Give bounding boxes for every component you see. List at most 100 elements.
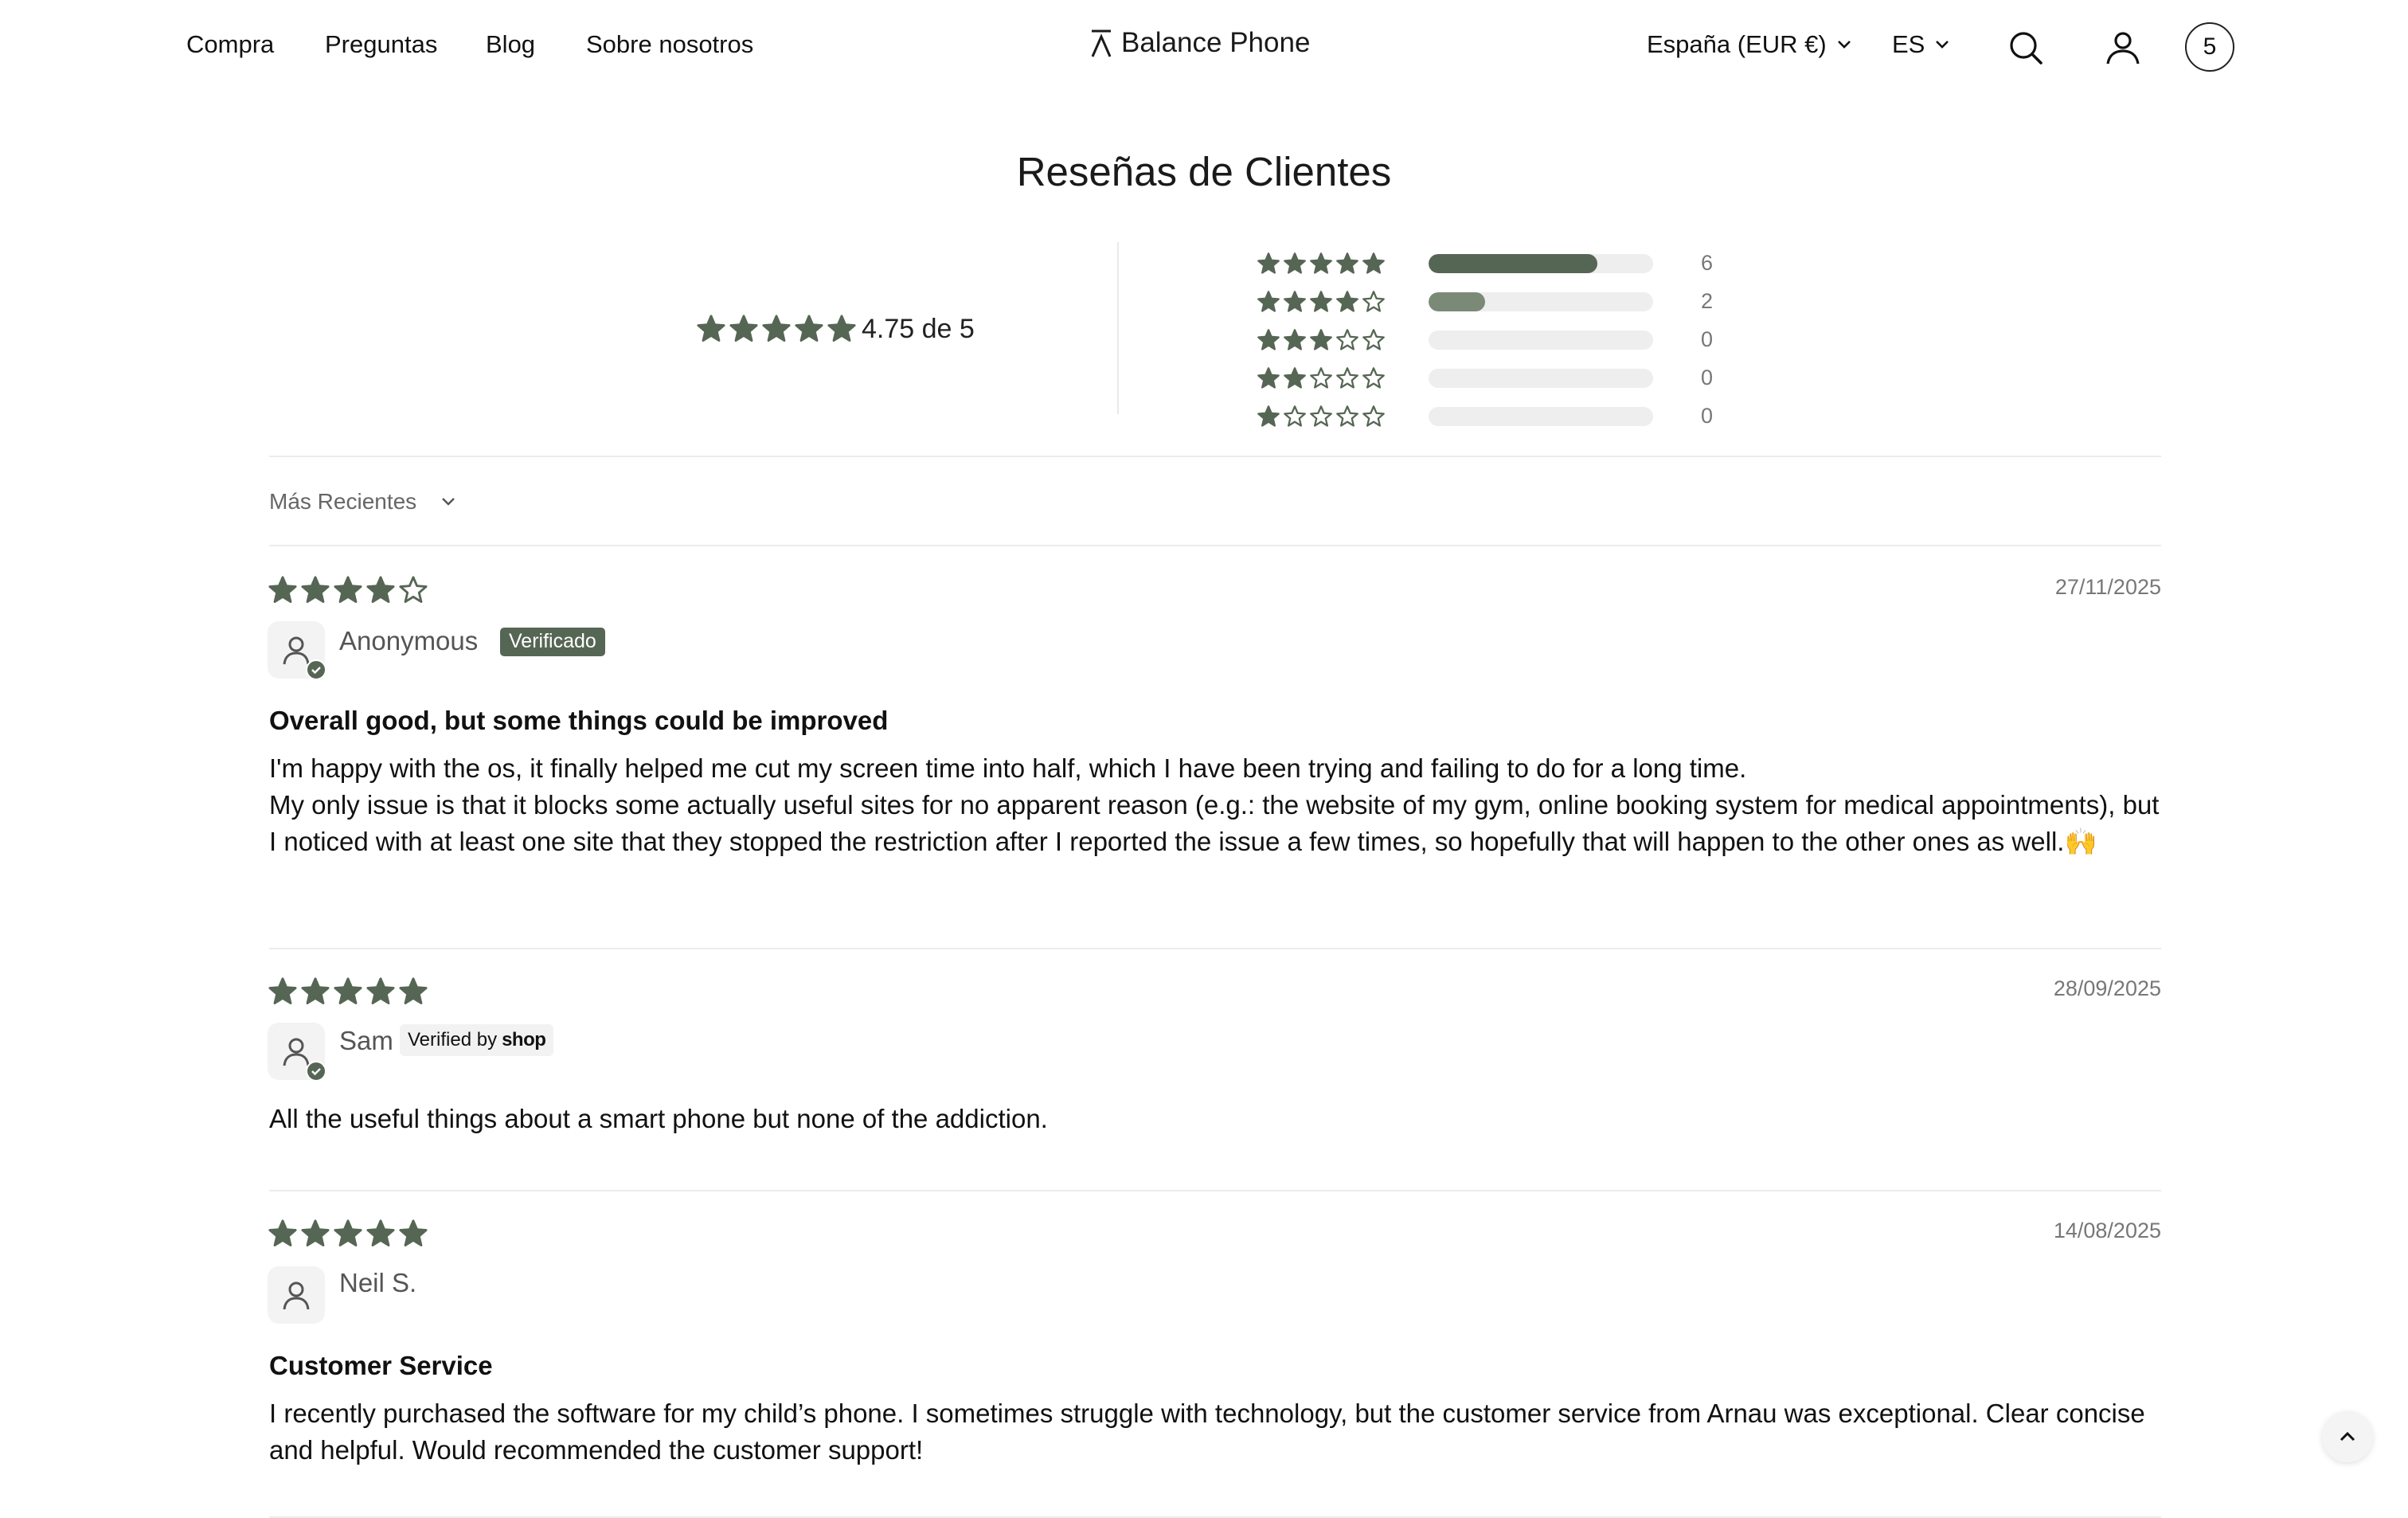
star-filled-icon [1336, 291, 1358, 312]
divider [269, 456, 2161, 457]
scroll-to-top-button[interactable] [2322, 1411, 2373, 1462]
average-stars [696, 314, 857, 344]
reviewer-name: Sam [339, 1026, 393, 1055]
star-filled-icon [366, 1219, 395, 1246]
review-body: I recently purchased the software for my… [269, 1399, 2145, 1465]
avatar [268, 1266, 325, 1324]
avatar [268, 621, 326, 680]
star-filled-icon [268, 977, 297, 1004]
search-button[interactable] [2008, 30, 2043, 69]
star-filled-icon [729, 315, 758, 342]
reviews-title: Reseñas de Clientes [1016, 149, 1392, 194]
review-date: 28/09/2025 [2053, 976, 2161, 1000]
nav-link-blog[interactable]: Blog [486, 30, 535, 59]
histogram-stars [1257, 252, 1386, 276]
nav-link-sobre-nosotros[interactable]: Sobre nosotros [586, 30, 753, 59]
histogram-bar [1429, 331, 1653, 350]
reviewer-name: Anonymous [339, 626, 479, 655]
cart-count: 5 [2203, 33, 2217, 60]
histogram-bar [1429, 369, 1653, 388]
star-empty-icon [1362, 405, 1385, 427]
star-empty-icon [1284, 405, 1306, 427]
histogram-stars [1257, 405, 1386, 428]
star-filled-icon [334, 977, 362, 1004]
histogram-stars [1257, 328, 1386, 352]
histogram-bar-fill [1429, 292, 1485, 311]
star-empty-icon [399, 576, 428, 603]
star-filled-icon [301, 977, 330, 1004]
star-empty-icon [1336, 367, 1358, 389]
star-filled-icon [1284, 252, 1306, 274]
country-selector-label: España (EUR €) [1647, 30, 1827, 58]
star-empty-icon [1362, 291, 1385, 312]
user-avatar-icon [283, 1281, 310, 1310]
histogram-count: 2 [1701, 289, 1714, 313]
star-filled-icon [268, 576, 297, 603]
star-empty-icon [1362, 367, 1385, 389]
star-filled-icon [1257, 405, 1280, 427]
star-empty-icon [1362, 329, 1385, 350]
site-logo[interactable]: Balance Phone [1089, 27, 1310, 59]
histogram-bar [1429, 407, 1653, 426]
avatar [268, 1023, 326, 1082]
star-filled-icon [1310, 252, 1332, 274]
star-filled-icon [399, 977, 428, 1004]
histogram-bar [1429, 292, 1653, 311]
badge-prefix: Verified by [408, 1029, 498, 1050]
star-filled-icon [334, 1219, 362, 1246]
logo-text: Balance Phone [1121, 27, 1311, 58]
divider [269, 545, 2161, 546]
verified-badge: Verificado [500, 628, 605, 656]
star-empty-icon [1336, 405, 1358, 427]
histogram-bar-fill [1429, 254, 1597, 273]
star-filled-icon [399, 1219, 428, 1246]
check-icon [306, 659, 326, 680]
search-icon [2010, 32, 2042, 65]
histogram-count: 0 [1701, 366, 1714, 389]
account-button[interactable] [2105, 30, 2140, 69]
star-filled-icon [334, 576, 362, 603]
star-filled-icon [1257, 291, 1280, 312]
verified-by-shop-badge: Verified by shop [400, 1024, 554, 1056]
nav-link-preguntas[interactable]: Preguntas [325, 30, 437, 59]
chevron-down-icon [442, 498, 455, 506]
cart-button[interactable]: 5 [2185, 22, 2234, 72]
star-filled-icon [1310, 329, 1332, 350]
divider [269, 1190, 2161, 1191]
star-filled-icon [268, 1219, 297, 1246]
histogram-count: 0 [1701, 327, 1714, 351]
review-date: 14/08/2025 [2053, 1219, 2161, 1242]
star-empty-icon [1310, 367, 1332, 389]
language-selector-label: ES [1892, 30, 1925, 58]
star-filled-icon [1310, 291, 1332, 312]
shop-brand: shop [502, 1029, 546, 1050]
star-filled-icon [1284, 329, 1306, 350]
histogram-stars [1257, 366, 1386, 390]
star-filled-icon [301, 576, 330, 603]
star-filled-icon [795, 315, 823, 342]
summary-divider [1117, 242, 1119, 414]
star-filled-icon [1257, 367, 1280, 389]
nav-link-compra[interactable]: Compra [186, 30, 274, 59]
review-title: Overall good, but some things could be i… [269, 706, 889, 735]
sort-dropdown[interactable]: Más Recientes [269, 489, 456, 514]
star-filled-icon [827, 315, 856, 342]
chevron-down-icon [1837, 41, 1851, 49]
country-selector[interactable]: España (EUR €) [1647, 30, 1852, 59]
chevron-down-icon [1936, 41, 1949, 49]
review-date: 27/11/2025 [2054, 575, 2161, 599]
star-filled-icon [697, 315, 725, 342]
review-body: All the useful things about a smart phon… [269, 1104, 1048, 1133]
histogram-count: 0 [1701, 404, 1714, 428]
star-filled-icon [301, 1219, 330, 1246]
histogram-bar [1429, 254, 1653, 273]
star-empty-icon [1336, 329, 1358, 350]
star-filled-icon [1284, 291, 1306, 312]
star-filled-icon [1284, 367, 1306, 389]
divider [269, 948, 2161, 949]
star-filled-icon [1362, 252, 1385, 274]
review-stars [268, 1219, 428, 1249]
language-selector[interactable]: ES [1892, 30, 1950, 59]
histogram-stars [1257, 290, 1386, 314]
sort-label: Más Recientes [269, 489, 417, 514]
